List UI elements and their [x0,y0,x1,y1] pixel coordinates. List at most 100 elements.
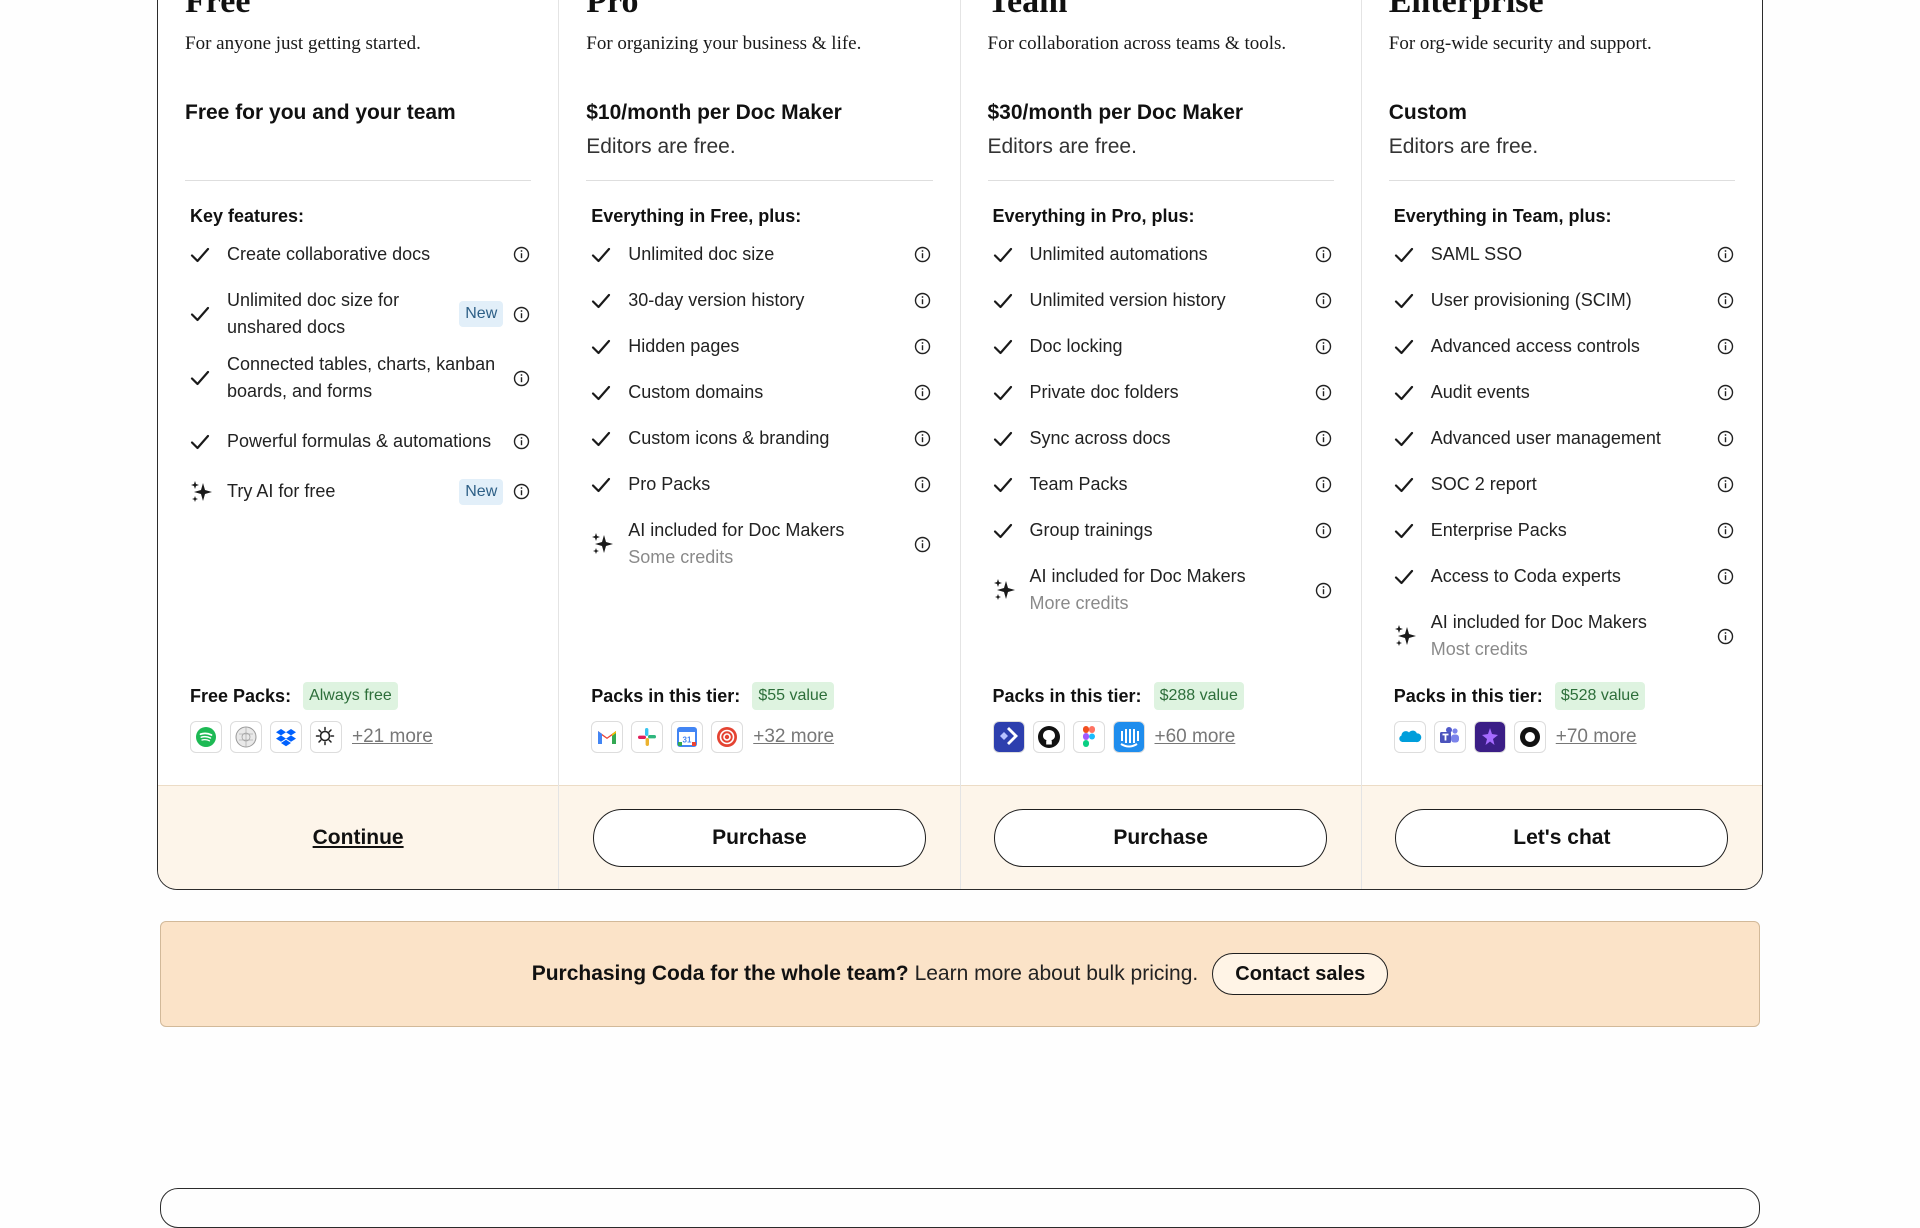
sparkle-icon [591,532,628,556]
info-icon[interactable] [1315,246,1333,264]
editors-note: Editors are free. [987,135,1137,158]
next-section-card [160,1188,1760,1228]
info-icon[interactable] [1716,246,1734,264]
info-icon[interactable] [1716,476,1734,494]
figma-icon[interactable] [1072,721,1105,753]
gmail-icon[interactable] [591,721,624,753]
feature-label: Hidden pages [628,336,740,356]
info-icon[interactable] [512,305,530,323]
packs-value-badge: $55 value [752,682,834,710]
info-icon[interactable] [1716,522,1734,540]
feature-text: 30-day version history [628,287,913,314]
info-icon[interactable] [512,433,530,451]
info-icon[interactable] [914,292,932,310]
pack-icons: +60 more [992,721,1236,753]
salesforce-icon[interactable] [1393,721,1426,753]
purchase-button[interactable]: Purchase [994,808,1328,867]
more-packs-link[interactable]: +70 more [1556,726,1637,748]
info-icon[interactable] [512,483,530,501]
feature-item: Powerful formulas & automations [190,415,530,468]
info-icon[interactable] [1315,292,1333,310]
openweather-icon[interactable] [310,721,342,753]
feature-label: Sync across docs [1029,428,1171,448]
info-icon[interactable] [1315,338,1333,356]
ring-icon[interactable] [1513,721,1546,753]
slack-icon[interactable] [631,721,664,753]
check-icon [993,477,1030,493]
pack-icons: 31 +32 more [591,721,834,753]
tier-footer: Purchase [960,785,1361,889]
feature-label: Access to Coda experts [1430,566,1621,586]
todoist-icon[interactable] [711,721,744,753]
check-icon [190,370,227,386]
info-icon[interactable] [1716,384,1734,402]
feature-note: Most credits [1430,639,1528,659]
feature-item: Custom domains [591,379,931,406]
banner-heading: Purchasing Coda for the whole team? [531,962,909,985]
info-icon[interactable] [1716,292,1734,310]
info-icon[interactable] [1315,522,1333,540]
feature-text: Group trainings [1030,517,1315,544]
info-icon[interactable] [1716,627,1734,645]
feature-item: Unlimited doc size for unshared docs New [190,287,530,341]
info-icon[interactable] [1315,581,1333,599]
check-icon [591,431,628,447]
feature-label: Powerful formulas & automations [227,431,492,451]
purchase-button[interactable]: Purchase [592,808,926,867]
contact-sales-button[interactable]: Contact sales [1212,953,1389,995]
info-icon[interactable] [1716,568,1734,586]
info-icon[interactable] [512,246,530,264]
feature-label: User provisioning (SCIM) [1430,290,1632,310]
editors-note: Editors are free. [586,135,736,158]
pricing-table: Free For anyone just getting started. Fr… [157,0,1763,890]
tier-subtitle: For organizing your business & life. [586,33,862,54]
info-icon[interactable] [914,476,932,494]
info-icon[interactable] [914,338,932,356]
wikipedia-icon[interactable] [230,721,262,753]
features-heading: Everything in Free, plus: [591,206,802,226]
more-packs-link[interactable]: +60 more [1155,726,1236,748]
tier-subtitle: For org-wide security and support. [1388,33,1652,54]
feature-label: Custom domains [628,382,764,402]
spotify-icon[interactable] [190,721,222,753]
info-icon[interactable] [1716,338,1734,356]
feature-text: Advanced access controls [1431,333,1716,360]
info-icon[interactable] [914,384,932,402]
feature-text: Enterprise Packs [1431,517,1716,544]
feature-label: Unlimited doc size [628,244,775,264]
check-icon [190,247,227,263]
more-packs-link[interactable]: +32 more [753,726,834,748]
feature-text: AI included for Doc Makers Most credits [1431,609,1716,663]
check-icon [1394,293,1431,309]
google-calendar-icon[interactable]: 31 [671,721,704,753]
jira-icon[interactable] [992,721,1025,753]
lets-chat-button[interactable]: Let's chat [1395,808,1729,867]
check-icon [591,339,628,355]
info-icon[interactable] [1315,384,1333,402]
more-packs-link[interactable]: +21 more [352,726,433,748]
feature-note: Some credits [628,547,734,567]
info-icon[interactable] [1315,430,1333,448]
info-icon[interactable] [914,430,932,448]
feature-text: Private doc folders [1030,379,1315,406]
info-icon[interactable] [512,369,530,387]
feature-text: Pro Packs [628,471,913,498]
bulk-pricing-banner: Purchasing Coda for the whole team? Lear… [160,921,1760,1027]
dropbox-icon[interactable] [270,721,302,753]
continue-link[interactable]: Continue [313,826,404,850]
feature-text: Doc locking [1030,333,1315,360]
nebula-icon[interactable] [1473,721,1506,753]
microsoft-teams-icon[interactable] [1433,721,1466,753]
tier-price: Free for you and your team [185,101,456,124]
info-icon[interactable] [914,246,932,264]
check-icon [591,293,628,309]
check-icon [1394,385,1431,401]
info-icon[interactable] [1315,476,1333,494]
info-icon[interactable] [914,535,932,553]
intercom-icon[interactable] [1112,721,1145,753]
github-icon[interactable] [1032,721,1065,753]
feature-text: Advanced user management [1431,425,1716,452]
divider [185,180,532,181]
info-icon[interactable] [1716,430,1734,448]
tier-name: Pro [586,0,639,20]
